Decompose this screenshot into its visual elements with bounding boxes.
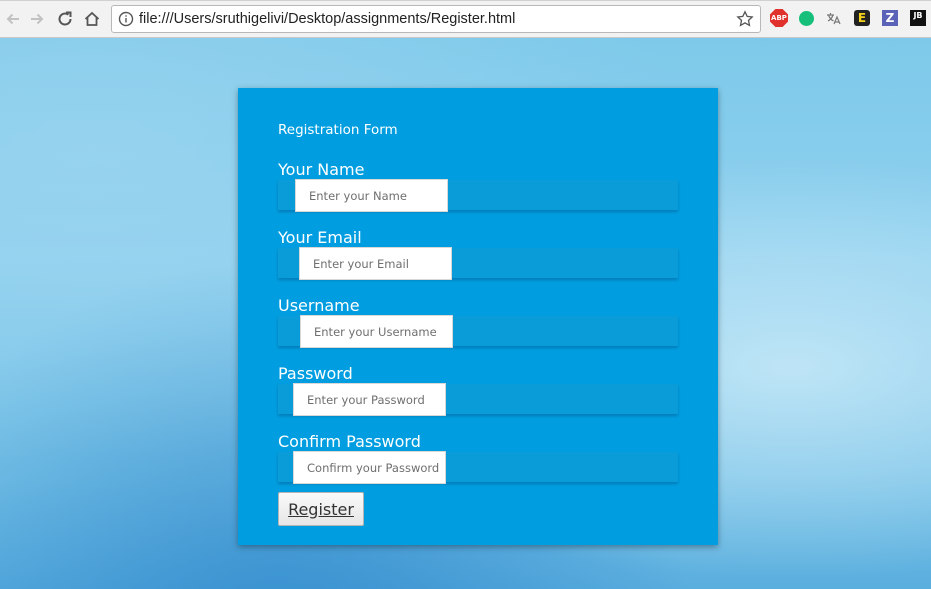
forward-button[interactable] [26,8,48,30]
translate-extension-button[interactable] [824,9,842,27]
username-label: Username [278,296,360,315]
abp-icon: ABP [770,9,788,27]
arrow-right-icon [31,13,44,25]
email-input[interactable] [299,247,452,280]
address-bar[interactable]: file:///Users/sruthigelivi/Desktop/assig… [111,5,761,33]
grammarly-icon [798,10,814,26]
name-label: Your Name [278,160,365,179]
jetbrains-extension-button[interactable]: JB [909,9,927,27]
password-input[interactable] [293,383,446,416]
home-button[interactable] [81,8,103,30]
bookmark-star-icon[interactable] [736,10,754,28]
info-icon[interactable] [118,11,134,27]
reload-icon [58,11,72,26]
toolbar-top-border [0,0,931,1]
confirm-password-input[interactable] [293,451,446,484]
reload-button[interactable] [54,8,76,30]
email-label: Your Email [278,228,362,247]
home-icon [84,11,100,26]
registration-form-card: Registration Form Your Name Your Email U… [238,88,718,545]
password-label: Password [278,364,353,383]
name-input[interactable] [295,179,448,212]
zotero-extension-button[interactable]: Z [881,9,899,27]
jetbrains-icon: JB [910,10,926,26]
evernote-extension-button[interactable]: E [853,9,871,27]
register-button[interactable]: Register [278,492,364,526]
username-input[interactable] [300,315,453,348]
evernote-icon: E [854,10,870,26]
grammarly-extension-button[interactable] [797,9,815,27]
translate-icon [827,13,841,25]
url-text[interactable]: file:///Users/sruthigelivi/Desktop/assig… [139,11,515,27]
form-title: Registration Form [278,122,398,138]
adblock-extension-button[interactable]: ABP [770,9,788,27]
confirm-password-label: Confirm Password [278,432,421,451]
back-button[interactable] [2,8,24,30]
zotero-icon: Z [882,10,898,26]
arrow-left-icon [6,13,19,25]
browser-toolbar: file:///Users/sruthigelivi/Desktop/assig… [0,0,931,38]
